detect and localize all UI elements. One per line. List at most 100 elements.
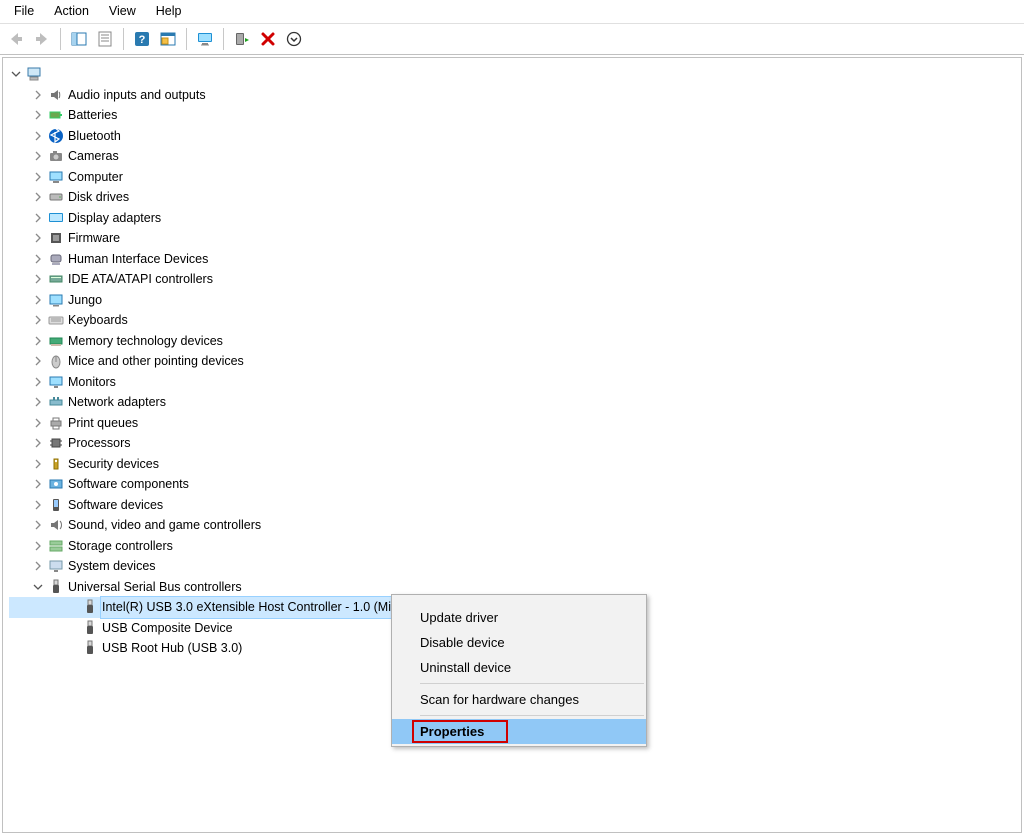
ctx-update-driver[interactable]: Update driver (392, 605, 646, 630)
tree-expand-toggle[interactable] (31, 149, 45, 163)
tree-expand-toggle[interactable] (31, 190, 45, 204)
tree-category-label: Memory technology devices (68, 331, 223, 352)
tree-category[interactable]: Batteries (9, 105, 1021, 126)
back-button[interactable] (4, 27, 28, 51)
chevron-right-icon (33, 541, 43, 551)
tree-expand-toggle[interactable] (31, 252, 45, 266)
help-button[interactable]: ? (130, 27, 154, 51)
tree-root[interactable] (9, 64, 1021, 85)
tree-expand-toggle[interactable] (31, 518, 45, 532)
chevron-right-icon (33, 172, 43, 182)
tree-category[interactable]: Security devices (9, 454, 1021, 475)
tree-expand-toggle[interactable] (31, 334, 45, 348)
ctx-scan-hardware[interactable]: Scan for hardware changes (392, 687, 646, 712)
tree-expand-toggle[interactable] (31, 272, 45, 286)
tree-category[interactable]: Network adapters (9, 392, 1021, 413)
window-icon (160, 31, 176, 47)
usb-icon (47, 578, 65, 596)
action-window-button[interactable] (156, 27, 180, 51)
tree-category[interactable]: Firmware (9, 228, 1021, 249)
properties-button[interactable] (93, 27, 117, 51)
tree-expand-toggle[interactable] (31, 354, 45, 368)
tree-category-label: Network adapters (68, 392, 166, 413)
device-tree[interactable]: Audio inputs and outputsBatteriesBluetoo… (3, 58, 1021, 659)
ctx-properties[interactable]: Properties (392, 719, 646, 744)
toolbar-separator (60, 28, 61, 50)
chevron-right-icon (33, 500, 43, 510)
tree-expand-toggle[interactable] (31, 231, 45, 245)
tree-device[interactable]: Intel(R) USB 3.0 eXtensible Host Control… (9, 597, 453, 618)
tree-expand-toggle[interactable] (31, 559, 45, 573)
tree-category-label: IDE ATA/ATAPI controllers (68, 269, 213, 290)
tree-category[interactable]: Audio inputs and outputs (9, 85, 1021, 106)
tree-expand-toggle[interactable] (31, 436, 45, 450)
printer-icon (47, 414, 65, 432)
tree-category[interactable]: System devices (9, 556, 1021, 577)
ctx-disable-device[interactable]: Disable device (392, 630, 646, 655)
tree-category[interactable]: Storage controllers (9, 536, 1021, 557)
tree-category[interactable]: Monitors (9, 372, 1021, 393)
arrow-left-icon (8, 31, 24, 47)
usb-plug-icon (81, 619, 99, 637)
tree-panel-icon (71, 31, 87, 47)
tree-expand-toggle[interactable] (31, 477, 45, 491)
mouse-icon (47, 352, 65, 370)
tree-expand-toggle[interactable] (31, 108, 45, 122)
tree-expand-toggle[interactable] (31, 211, 45, 225)
menu-view[interactable]: View (99, 2, 146, 20)
tree-category[interactable]: Bluetooth (9, 126, 1021, 147)
tree-category-label: Software components (68, 474, 189, 495)
tree-category[interactable]: Cameras (9, 146, 1021, 167)
tree-category[interactable]: Print queues (9, 413, 1021, 434)
tree-category[interactable]: Keyboards (9, 310, 1021, 331)
view-devices-button[interactable] (193, 27, 217, 51)
tree-category-label: Keyboards (68, 310, 128, 331)
tree-category[interactable]: Disk drives (9, 187, 1021, 208)
tree-category[interactable]: Software devices (9, 495, 1021, 516)
tree-expand-toggle[interactable] (31, 313, 45, 327)
arrow-right-icon (34, 31, 50, 47)
tree-expand-toggle[interactable] (31, 498, 45, 512)
tree-category[interactable]: Human Interface Devices (9, 249, 1021, 270)
camera-icon (47, 147, 65, 165)
tree-expand-toggle[interactable] (31, 88, 45, 102)
menu-file[interactable]: File (4, 2, 44, 20)
tree-category[interactable]: Software components (9, 474, 1021, 495)
tree-category[interactable]: Sound, video and game controllers (9, 515, 1021, 536)
show-hide-tree-button[interactable] (67, 27, 91, 51)
tree-category[interactable]: Jungo (9, 290, 1021, 311)
tree-expand-toggle[interactable] (31, 395, 45, 409)
chevron-right-icon (33, 151, 43, 161)
tree-category[interactable]: Processors (9, 433, 1021, 454)
tree-category-label: Batteries (68, 105, 117, 126)
tree-category[interactable]: Mice and other pointing devices (9, 351, 1021, 372)
tree-device-label: USB Composite Device (102, 618, 233, 639)
tree-expand-toggle[interactable] (31, 293, 45, 307)
tree-expand-toggle[interactable] (31, 375, 45, 389)
tree-expand-toggle[interactable] (31, 539, 45, 553)
tree-category[interactable]: IDE ATA/ATAPI controllers (9, 269, 1021, 290)
more-actions-button[interactable] (282, 27, 306, 51)
tree-category[interactable]: Memory technology devices (9, 331, 1021, 352)
tree-expand-toggle[interactable] (31, 457, 45, 471)
tree-device-label: Intel(R) USB 3.0 eXtensible Host Control… (100, 596, 435, 619)
forward-button[interactable] (30, 27, 54, 51)
scan-hardware-button[interactable] (230, 27, 254, 51)
menu-bar: File Action View Help (0, 0, 1024, 23)
menu-help[interactable]: Help (146, 2, 192, 20)
tree-category[interactable]: Display adapters (9, 208, 1021, 229)
tree-category-label: Bluetooth (68, 126, 121, 147)
tree-expand-toggle[interactable] (31, 129, 45, 143)
monitor-icon (47, 373, 65, 391)
tree-expand-toggle[interactable] (9, 67, 23, 81)
tree-expand-toggle[interactable] (31, 580, 45, 594)
menu-action[interactable]: Action (44, 2, 99, 20)
chevron-right-icon (33, 459, 43, 469)
ctx-uninstall-device[interactable]: Uninstall device (392, 655, 646, 680)
help-icon: ? (134, 31, 150, 47)
tree-category[interactable]: Computer (9, 167, 1021, 188)
tree-expand-toggle[interactable] (31, 416, 45, 430)
tree-category-label: Software devices (68, 495, 163, 516)
tree-expand-toggle[interactable] (31, 170, 45, 184)
uninstall-device-button[interactable] (256, 27, 280, 51)
